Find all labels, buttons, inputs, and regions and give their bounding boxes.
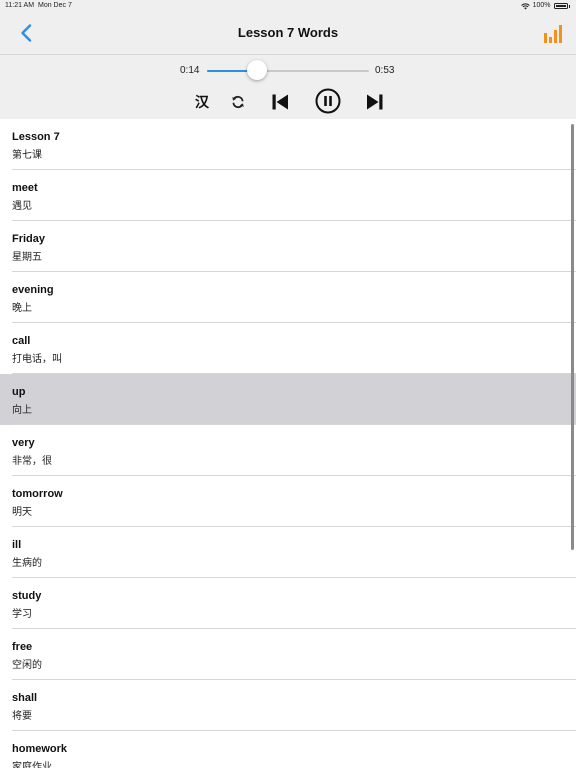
word-chinese: 晚上 xyxy=(12,303,32,314)
word-chinese: 非常，很 xyxy=(12,456,52,467)
status-date: Mon Dec 7 xyxy=(38,2,72,9)
word-english: meet xyxy=(12,182,38,194)
progress-thumb[interactable] xyxy=(247,60,268,80)
progress-slider[interactable] xyxy=(207,60,369,80)
word-english: shall xyxy=(12,692,38,704)
word-english: tomorrow xyxy=(12,488,63,500)
word-row[interactable]: study 学习 xyxy=(0,578,576,629)
status-bar: 11:21 AM Mon Dec 7 100% xyxy=(0,0,576,12)
word-english: free xyxy=(12,641,33,653)
word-row[interactable]: homework 家庭作业 xyxy=(0,731,576,768)
word-english: call xyxy=(12,335,31,347)
bar-chart-icon xyxy=(544,25,562,43)
chinese-toggle-button[interactable]: 汉 xyxy=(192,90,212,114)
status-indicators: 100% xyxy=(520,0,570,12)
word-chinese: 打电话，叫 xyxy=(12,354,62,365)
word-chinese: 星期五 xyxy=(12,252,42,263)
word-chinese: 学习 xyxy=(12,609,32,620)
word-row[interactable]: ill 生病的 xyxy=(0,527,576,578)
next-button[interactable] xyxy=(365,90,385,114)
skip-next-icon xyxy=(367,94,383,110)
word-row[interactable]: evening 晚上 xyxy=(0,272,576,323)
word-chinese: 家庭作业 xyxy=(12,762,52,768)
word-english: study xyxy=(12,590,42,602)
word-row[interactable]: shall 将要 xyxy=(0,680,576,731)
pause-icon xyxy=(315,88,341,114)
word-chinese: 向上 xyxy=(12,405,32,416)
nav-bar: Lesson 7 Words xyxy=(0,12,576,55)
status-time: 11:21 AM xyxy=(5,2,35,9)
word-list[interactable]: Lesson 7 第七课 meet 遇见 Friday 星期五 evening … xyxy=(0,119,576,768)
page-title: Lesson 7 Words xyxy=(237,25,339,40)
wifi-icon xyxy=(520,2,530,9)
battery-percent: 100% xyxy=(532,2,551,9)
word-english: very xyxy=(12,437,35,449)
repeat-button[interactable] xyxy=(228,90,248,114)
word-row[interactable]: Lesson 7 第七课 xyxy=(0,119,576,170)
word-row[interactable]: Friday 星期五 xyxy=(0,221,576,272)
word-english: Friday xyxy=(12,233,46,245)
word-row[interactable]: meet 遇见 xyxy=(0,170,576,221)
word-chinese: 生病的 xyxy=(12,558,42,569)
skip-previous-icon xyxy=(272,94,288,110)
word-english: Lesson 7 xyxy=(12,131,60,143)
word-english: up xyxy=(12,386,26,398)
word-row[interactable]: tomorrow 明天 xyxy=(0,476,576,527)
word-chinese: 第七课 xyxy=(12,150,42,161)
word-chinese: 将要 xyxy=(12,711,32,722)
battery-tip xyxy=(568,4,570,8)
word-row[interactable]: call 打电话，叫 xyxy=(0,323,576,374)
repeat-icon xyxy=(232,95,244,109)
battery-icon xyxy=(553,3,568,9)
time-total: 0:53 xyxy=(375,65,395,76)
time-elapsed: 0:14 xyxy=(180,65,200,76)
word-row[interactable]: free 空闲的 xyxy=(0,629,576,680)
word-english: ill xyxy=(12,539,22,551)
audio-player: 0:14 0:53 汉 xyxy=(0,55,576,119)
stats-button[interactable] xyxy=(542,22,564,44)
pause-button[interactable] xyxy=(315,88,341,114)
word-chinese: 空闲的 xyxy=(12,660,42,671)
word-chinese: 明天 xyxy=(12,507,32,518)
word-row[interactable]: very 非常，很 xyxy=(0,425,576,476)
word-chinese: 遇见 xyxy=(12,201,32,212)
previous-button[interactable] xyxy=(270,90,290,114)
word-row[interactable]: up 向上 xyxy=(0,374,576,425)
scroll-indicator[interactable] xyxy=(571,124,574,550)
word-english: evening xyxy=(12,284,54,296)
word-english: homework xyxy=(12,743,68,755)
